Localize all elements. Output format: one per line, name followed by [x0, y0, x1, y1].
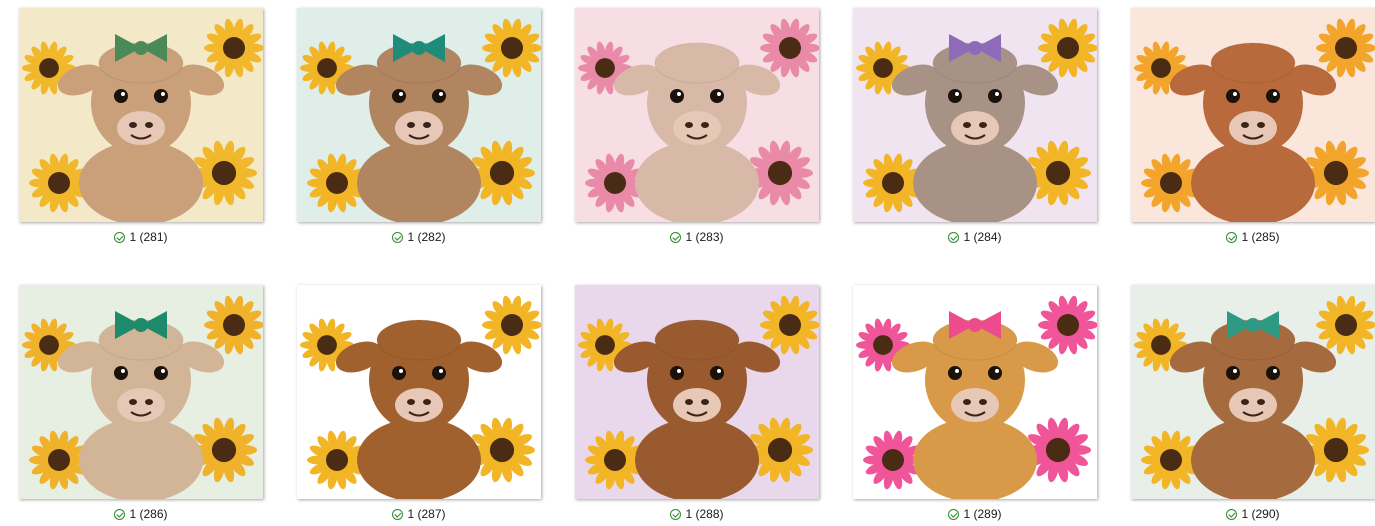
calf-illustration: [853, 8, 1097, 222]
file-tile[interactable]: 1 (284): [851, 8, 1101, 244]
file-caption: 1 (284): [851, 229, 1099, 245]
file-tile[interactable]: 1 (287): [295, 285, 545, 521]
file-name: 1 (284): [963, 230, 1002, 244]
thumbnail-grid: 1 (281) 1 (282) 1 (283) 1 (284) 1 (285) …: [0, 0, 1375, 526]
file-caption: 1 (290): [1129, 506, 1375, 522]
sync-ok-icon: [1226, 509, 1238, 520]
file-caption: 1 (282): [295, 229, 543, 245]
file-name: 1 (282): [407, 230, 446, 244]
file-caption: 1 (283): [573, 229, 821, 245]
file-name: 1 (288): [685, 507, 724, 521]
calf-illustration: [19, 8, 263, 222]
file-name: 1 (285): [1241, 230, 1280, 244]
image-thumbnail[interactable]: [297, 285, 541, 499]
file-tile[interactable]: 1 (288): [573, 285, 823, 521]
calf-illustration: [853, 285, 1097, 499]
calf-illustration: [1131, 285, 1375, 499]
file-caption: 1 (285): [1129, 229, 1375, 245]
sync-ok-icon: [114, 509, 126, 520]
sync-ok-icon: [670, 509, 682, 520]
file-caption: 1 (287): [295, 506, 543, 522]
image-thumbnail[interactable]: [575, 285, 819, 499]
calf-illustration: [575, 285, 819, 499]
file-caption: 1 (288): [573, 506, 821, 522]
calf-illustration: [19, 285, 263, 499]
file-name: 1 (289): [963, 507, 1002, 521]
image-thumbnail[interactable]: [19, 8, 263, 222]
image-thumbnail[interactable]: [297, 8, 541, 222]
sync-ok-icon: [670, 232, 682, 243]
image-thumbnail[interactable]: [853, 8, 1097, 222]
sync-ok-icon: [948, 509, 960, 520]
image-thumbnail[interactable]: [853, 285, 1097, 499]
file-tile[interactable]: 1 (290): [1129, 285, 1375, 521]
sync-ok-icon: [392, 509, 404, 520]
calf-illustration: [575, 8, 819, 222]
sync-ok-icon: [1226, 232, 1238, 243]
file-caption: 1 (281): [17, 229, 265, 245]
file-caption: 1 (289): [851, 506, 1099, 522]
sync-ok-icon: [392, 232, 404, 243]
calf-illustration: [297, 285, 541, 499]
file-name: 1 (287): [407, 507, 446, 521]
file-caption: 1 (286): [17, 506, 265, 522]
file-name: 1 (281): [129, 230, 168, 244]
file-tile[interactable]: 1 (285): [1129, 8, 1375, 244]
file-tile[interactable]: 1 (282): [295, 8, 545, 244]
file-name: 1 (283): [685, 230, 724, 244]
file-tile[interactable]: 1 (281): [17, 8, 267, 244]
file-tile[interactable]: 1 (283): [573, 8, 823, 244]
file-name: 1 (286): [129, 507, 168, 521]
file-tile[interactable]: 1 (286): [17, 285, 267, 521]
file-name: 1 (290): [1241, 507, 1280, 521]
file-tile[interactable]: 1 (289): [851, 285, 1101, 521]
image-thumbnail[interactable]: [1131, 8, 1375, 222]
calf-illustration: [1131, 8, 1375, 222]
sync-ok-icon: [948, 232, 960, 243]
image-thumbnail[interactable]: [575, 8, 819, 222]
image-thumbnail[interactable]: [1131, 285, 1375, 499]
calf-illustration: [297, 8, 541, 222]
sync-ok-icon: [114, 232, 126, 243]
image-thumbnail[interactable]: [19, 285, 263, 499]
